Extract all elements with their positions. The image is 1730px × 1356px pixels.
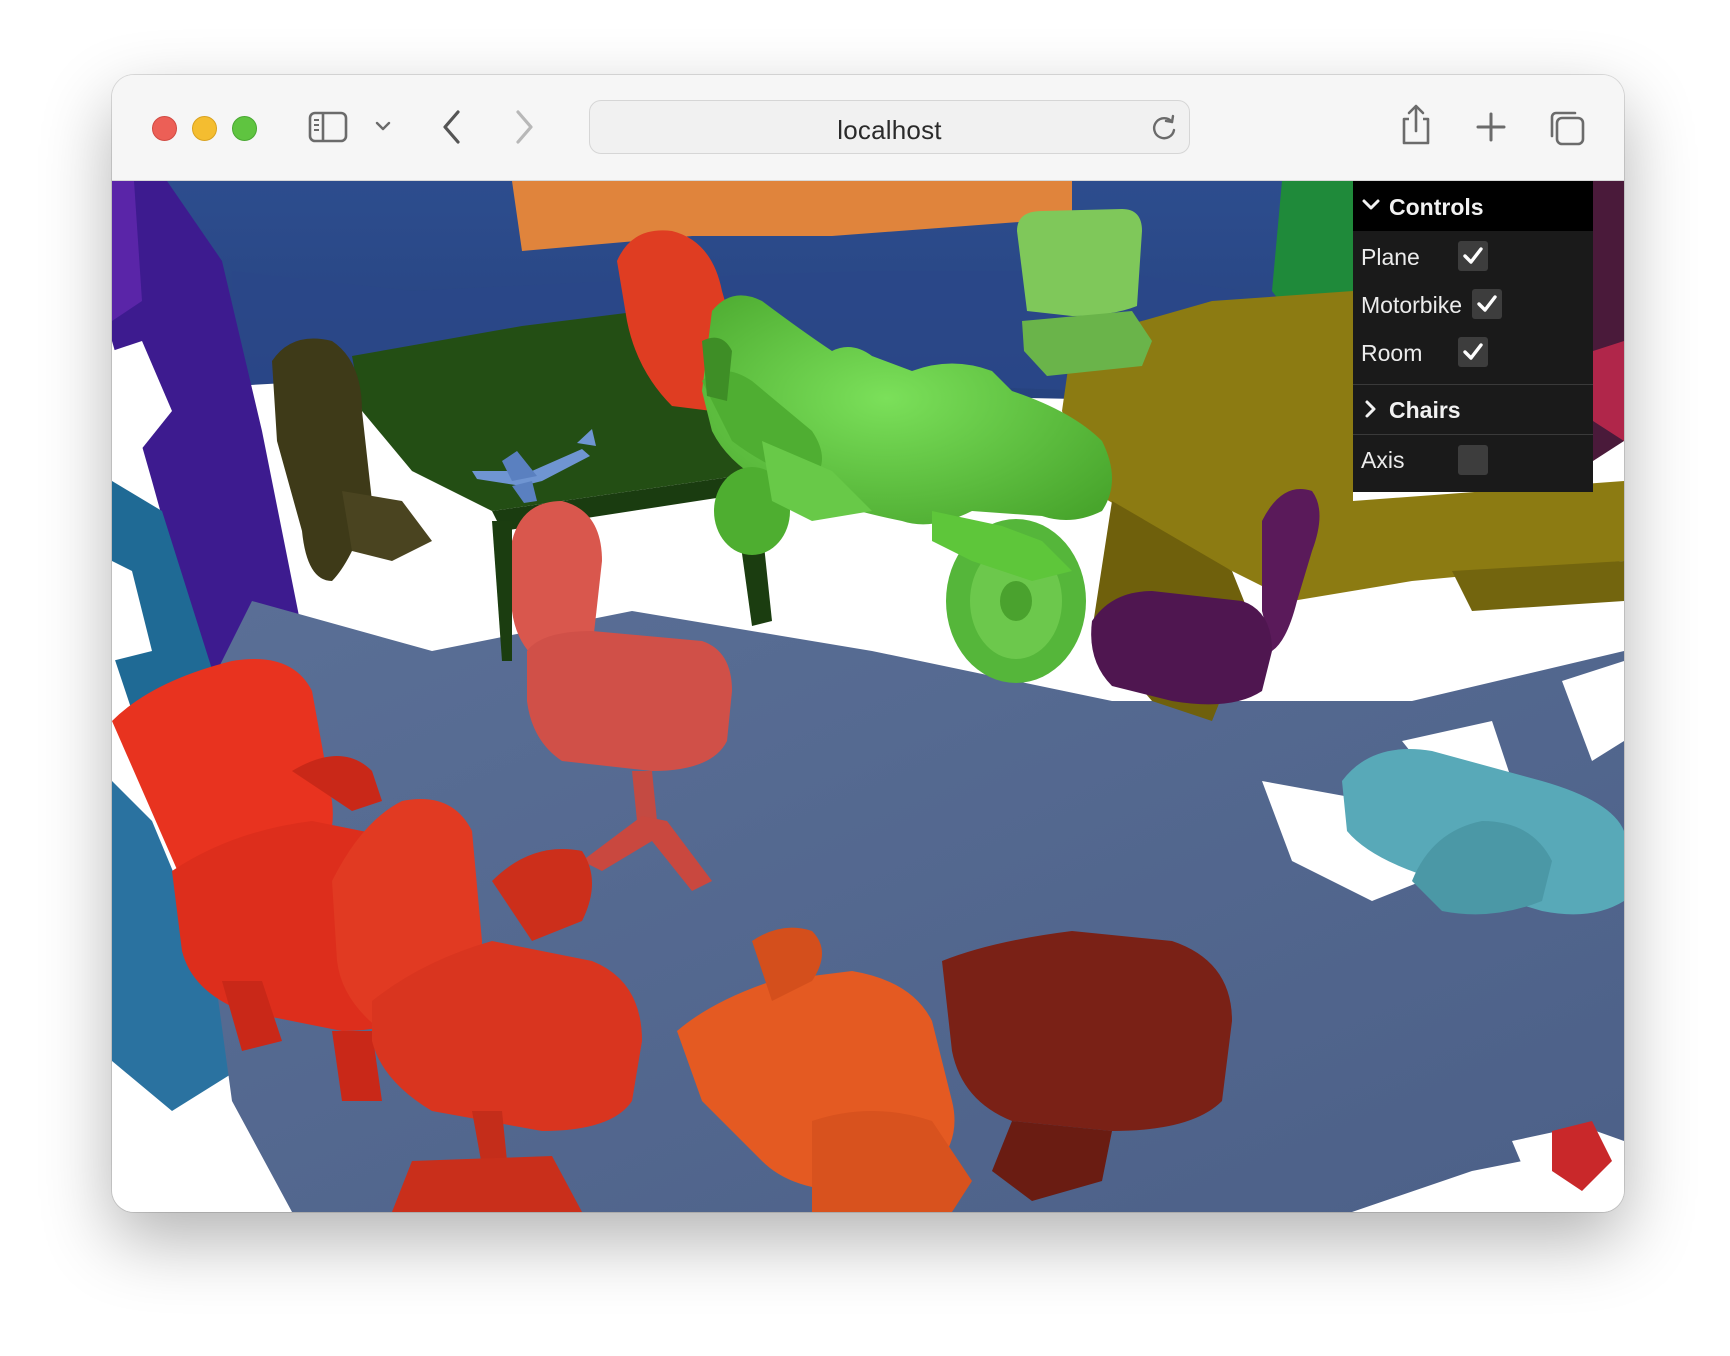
chevron-down-icon xyxy=(1362,199,1380,210)
chairs-folder[interactable]: Chairs xyxy=(1353,385,1593,433)
motorbike-label: Motorbike xyxy=(1361,292,1462,318)
tab-overview-icon[interactable] xyxy=(1548,109,1586,147)
zoom-window-button[interactable] xyxy=(232,116,257,141)
checkmark-icon xyxy=(1463,247,1483,264)
motorbike-checkbox[interactable] xyxy=(1472,289,1502,319)
chair-lightgreen xyxy=(1017,209,1152,376)
control-row-axis: Axis xyxy=(1353,435,1593,483)
plane-label: Plane xyxy=(1361,244,1420,270)
browser-window: localhost Controls Plane Motorbike Room … xyxy=(112,75,1624,1212)
checkmark-icon xyxy=(1477,295,1497,312)
address-bar[interactable]: localhost xyxy=(589,100,1190,154)
chairs-folder-title: Chairs xyxy=(1389,397,1461,423)
new-tab-plus-icon[interactable] xyxy=(1476,112,1506,142)
chevron-down-icon[interactable] xyxy=(374,119,392,133)
browser-toolbar: localhost xyxy=(112,75,1624,181)
control-row-plane: Plane xyxy=(1353,232,1593,280)
reload-icon[interactable] xyxy=(1150,114,1178,142)
room-checkbox[interactable] xyxy=(1458,337,1488,367)
room-label: Room xyxy=(1361,340,1423,366)
3d-viewport[interactable]: Controls Plane Motorbike Room Chairs Axi… xyxy=(112,181,1624,1212)
url-text: localhost xyxy=(837,115,942,145)
checkmark-icon xyxy=(1463,343,1483,360)
axis-label: Axis xyxy=(1361,447,1405,473)
close-window-button[interactable] xyxy=(152,116,177,141)
forward-arrow-icon[interactable] xyxy=(512,108,536,146)
plane-checkbox[interactable] xyxy=(1458,241,1488,271)
axis-checkbox[interactable] xyxy=(1458,445,1488,475)
share-icon[interactable] xyxy=(1399,103,1433,147)
control-row-room: Room xyxy=(1353,328,1593,376)
control-row-motorbike: Motorbike xyxy=(1353,280,1593,328)
sidebar-icon[interactable] xyxy=(308,110,348,144)
controls-title: Controls xyxy=(1389,194,1484,220)
chevron-right-icon xyxy=(1365,400,1376,418)
controls-panel: Controls Plane Motorbike Room Chairs Axi… xyxy=(1353,181,1593,492)
minimize-window-button[interactable] xyxy=(192,116,217,141)
controls-header[interactable]: Controls xyxy=(1353,181,1593,231)
back-arrow-icon[interactable] xyxy=(440,108,464,146)
